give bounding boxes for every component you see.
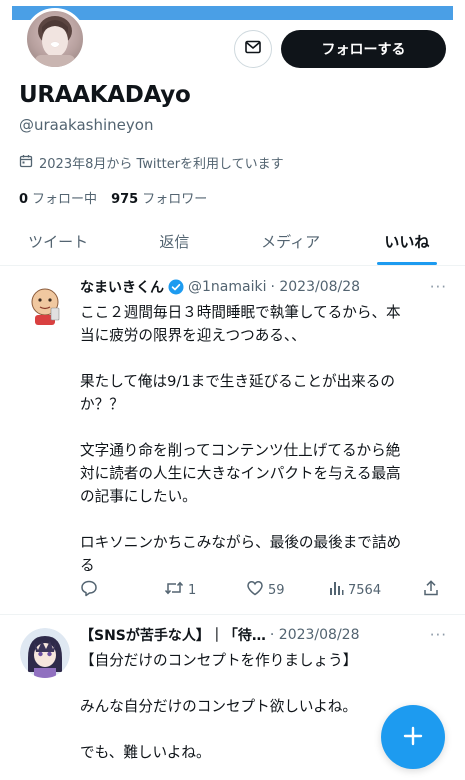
tweet-text: ここ２週間毎日３時間睡眠で執筆してるから、本 当に疲労の限界を迎えつつある、、 … <box>80 301 448 577</box>
views-icon <box>328 580 344 600</box>
mail-icon <box>244 38 262 60</box>
retweet-count: 1 <box>188 582 197 598</box>
followers-label: フォロワー <box>142 192 208 207</box>
joined-text: 2023年8月から Twitterを利用しています <box>39 157 284 172</box>
tab-likes[interactable]: いいね <box>349 218 465 265</box>
compose-plus-icon <box>402 725 424 750</box>
tab-media[interactable]: メディア <box>233 218 349 265</box>
tab-tweets[interactable]: ツイート <box>0 218 116 265</box>
following-link[interactable]: 0 フォロー中 <box>19 188 97 207</box>
like-button[interactable]: 59 <box>246 579 328 601</box>
tweet-line: 果たして俺は9/1まで生き延びることが出来るの <box>80 373 395 390</box>
tweet-line: 【自分だけのコンセプトを作りましょう】 <box>80 652 358 669</box>
follow-counts: 0 フォロー中 975 フォロワー <box>19 188 207 207</box>
tweet-author-avatar[interactable] <box>20 628 70 678</box>
tweet-line: 対に読者の人生に大きなインパクトを与える最高 <box>80 465 401 482</box>
retweet-icon <box>164 579 184 601</box>
reply-button[interactable] <box>80 579 164 601</box>
profile-display-name: URAAKADAyo <box>19 82 191 108</box>
tweet-header: 【SNSが苦手な人】｜「待… · 2023/08/28 ··· <box>80 624 451 646</box>
retweet-button[interactable]: 1 <box>164 579 246 601</box>
tweet-line: 文字通り命を削ってコンテンツ仕上げてるから絶 <box>80 442 401 459</box>
share-icon <box>422 579 440 601</box>
tweet-author-name[interactable]: なまいきくん <box>80 277 164 297</box>
following-count: 0 <box>19 192 29 207</box>
tweet[interactable]: なまいきくん @1namaiki · 2023/08/28 ··· ここ２週間毎… <box>0 268 465 615</box>
follow-button[interactable]: フォローする <box>281 30 446 68</box>
profile-handle: @uraakashineyon <box>19 116 154 134</box>
tweet-line: ここ２週間毎日３時間睡眠で執筆してるから、本 <box>80 304 401 321</box>
tweet-actions: 1 59 7564 <box>80 579 448 601</box>
tweet-author-avatar[interactable] <box>20 280 70 330</box>
share-button[interactable] <box>422 579 440 601</box>
views-button[interactable]: 7564 <box>328 580 422 600</box>
tweet-line: 当に疲労の限界を迎えつつある、、 <box>80 327 306 344</box>
tweet-header: なまいきくん @1namaiki · 2023/08/28 ··· <box>80 276 451 298</box>
followers-link[interactable]: 975 フォロワー <box>111 188 207 207</box>
tweet-line: か？？ <box>80 396 124 413</box>
profile-avatar[interactable] <box>24 8 86 70</box>
more-icon[interactable]: ··· <box>430 278 447 296</box>
tab-replies[interactable]: 返信 <box>116 218 232 265</box>
views-count: 7564 <box>348 582 382 598</box>
tweet-date[interactable]: · 2023/08/28 <box>270 279 360 295</box>
tweet-author-name[interactable]: 【SNSが苦手な人】｜「待… <box>80 625 266 645</box>
calendar-icon <box>19 154 33 172</box>
like-count: 59 <box>268 582 285 598</box>
tweet-author-handle[interactable]: @1namaiki <box>188 279 266 295</box>
followers-count: 975 <box>111 192 139 207</box>
tweet-line: の記事にしたい。 <box>80 488 197 505</box>
like-icon <box>246 579 264 601</box>
tweet-date[interactable]: · 2023/08/28 <box>270 627 360 643</box>
profile-page: フォローする URAAKADAyo @uraakashineyon 2023年8… <box>0 0 465 780</box>
verified-badge-icon <box>168 279 184 295</box>
tweet-line: る <box>80 557 95 574</box>
more-icon[interactable]: ··· <box>430 626 447 644</box>
profile-joined-date: 2023年8月から Twitterを利用しています <box>19 153 284 172</box>
compose-button[interactable] <box>381 705 445 769</box>
profile-tabs: ツイート 返信 メディア いいね <box>0 218 465 266</box>
message-button[interactable] <box>234 30 272 68</box>
following-label: フォロー中 <box>32 192 98 207</box>
tweet-line: ロキソニンかちこみながら、最後の最後まで詰め <box>80 534 402 551</box>
reply-icon <box>80 579 98 601</box>
